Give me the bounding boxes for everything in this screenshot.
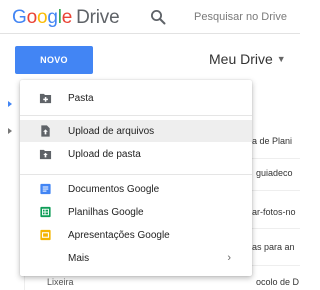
google-drive-logo[interactable]: Google Drive [12, 7, 120, 29]
menu-item-google-sheets[interactable]: Planilhas Google [20, 201, 252, 223]
menu-item-label: Mais [68, 252, 90, 264]
chevron-right-icon: › [227, 252, 231, 264]
logo-product-name: Drive [76, 7, 120, 28]
sidebar-item-trash[interactable]: Lixeira [47, 277, 74, 287]
file-upload-icon [41, 125, 50, 137]
file-name[interactable]: a de Plani [252, 136, 300, 146]
expand-arrow-icon[interactable] [8, 101, 12, 107]
menu-item-google-slides[interactable]: Apresentações Google [20, 224, 252, 246]
top-header: Google Drive Pesquisar no Drive [0, 0, 300, 34]
new-button[interactable]: NOVO [15, 46, 93, 74]
menu-divider [20, 115, 252, 116]
search-icon[interactable] [150, 9, 166, 25]
menu-item-folder-upload[interactable]: Upload de pasta [20, 143, 252, 165]
location-dropdown[interactable]: Meu Drive ▼ [209, 51, 286, 67]
expand-arrow-icon[interactable] [8, 128, 12, 134]
menu-item-more[interactable]: Mais › [20, 247, 252, 269]
menu-item-label: Planilhas Google [68, 206, 144, 218]
file-name[interactable]: as para an [252, 242, 300, 252]
logo-google-wordmark: Google [12, 7, 73, 28]
menu-item-file-upload[interactable]: Upload de arquivos [20, 120, 252, 142]
drive-app: Google Drive Pesquisar no Drive NOVO Meu … [0, 0, 300, 290]
folder-upload-icon [39, 149, 52, 160]
google-docs-icon [40, 183, 51, 195]
file-name[interactable]: ar-fotos-no [252, 207, 300, 217]
location-label: Meu Drive [209, 51, 273, 67]
menu-item-label: Pasta [68, 92, 94, 104]
menu-item-label: Documentos Google [68, 183, 160, 195]
file-name[interactable]: ocolo de D [256, 277, 300, 287]
caret-down-icon: ▼ [276, 54, 286, 64]
folder-plus-icon [39, 93, 52, 104]
google-slides-icon [40, 229, 51, 241]
file-name[interactable]: guiadeco [256, 168, 300, 178]
search-input[interactable]: Pesquisar no Drive [194, 11, 287, 23]
new-menu: Pasta Upload de arquivos Upload de pasta [20, 80, 252, 276]
menu-divider [20, 174, 252, 175]
menu-item-google-docs[interactable]: Documentos Google [20, 178, 252, 200]
menu-item-label: Apresentações Google [68, 229, 170, 241]
menu-item-label: Upload de pasta [68, 148, 141, 160]
menu-item-label: Upload de arquivos [68, 125, 155, 137]
menu-item-folder[interactable]: Pasta [20, 87, 252, 109]
google-sheets-icon [40, 206, 51, 218]
